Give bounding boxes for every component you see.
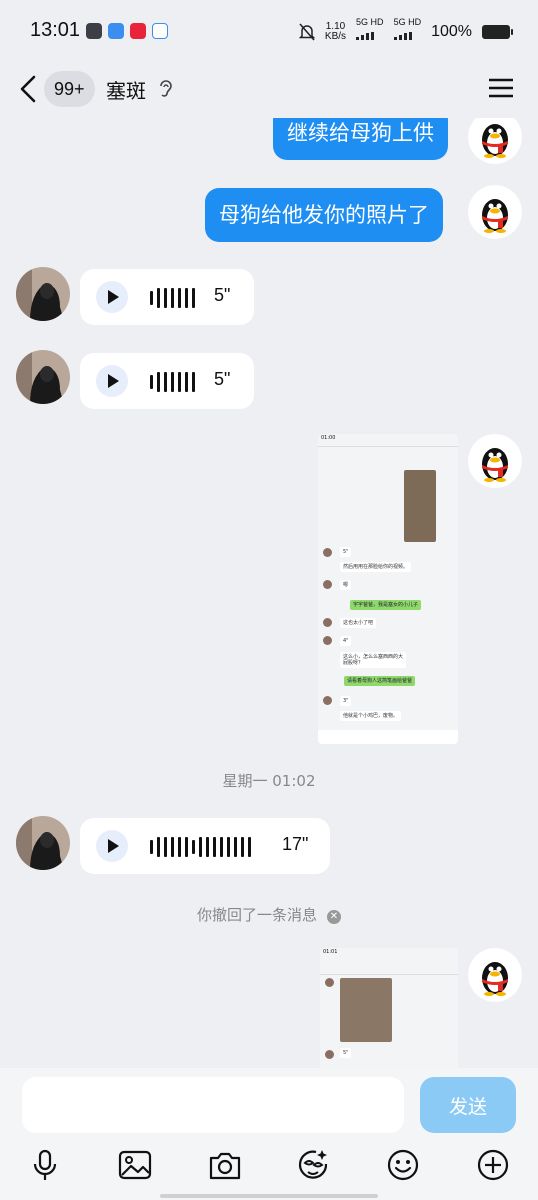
my-avatar[interactable]: [468, 118, 522, 164]
mini-message: 嗯: [340, 580, 352, 590]
chat-title: 塞斑: [106, 79, 146, 103]
cloud-app-icon: [152, 23, 168, 39]
chat-header: 99+ 塞斑: [0, 62, 538, 118]
status-bar: 13:01 1.10 KB/s 5G HD 5G HD 100%: [0, 0, 538, 62]
mini-avatar: [325, 978, 334, 987]
mini-photo: [340, 978, 392, 1042]
mini-status-time: 01:00: [321, 435, 336, 441]
play-icon[interactable]: [96, 365, 128, 397]
screenshot-image-message[interactable]: 01:00 5" 然后用用在那脸给你的视频。 嗯 宇宇爸爸，我是塞女的小儿子 这…: [318, 434, 458, 744]
hooded-figure-avatar-icon: [16, 816, 70, 870]
mini-message: 他就是个小鸡巴，废物。: [340, 711, 402, 721]
mini-message: 宇宇爸爸，我是塞女的小儿子: [350, 600, 422, 610]
microphone-icon[interactable]: [28, 1148, 62, 1182]
red-app-icon: [130, 23, 146, 39]
battery-percent: 100%: [431, 22, 472, 40]
mini-photo: [404, 470, 436, 542]
status-time: 13:01: [30, 19, 81, 41]
signal-icon: [356, 32, 375, 40]
message-input[interactable]: [22, 1077, 404, 1133]
menu-icon[interactable]: [488, 77, 514, 99]
mini-message: 5": [340, 547, 352, 557]
mini-message: 5": [340, 1048, 352, 1058]
battery-icon: [482, 24, 513, 39]
send-button[interactable]: 发送: [420, 1077, 516, 1133]
mini-status-time: 01:01: [323, 949, 338, 955]
recall-notice: 你撤回了一条消息 ✕: [0, 904, 538, 925]
mute-bell-icon: [298, 22, 315, 41]
mini-message: 3": [340, 696, 352, 706]
mini-message: 4": [340, 636, 352, 646]
voice-message[interactable]: 17": [80, 818, 330, 874]
close-icon[interactable]: ✕: [327, 910, 341, 924]
mini-avatar: [323, 580, 332, 589]
camera-icon[interactable]: [208, 1148, 242, 1182]
screenshot-image-message[interactable]: 01:01 5": [320, 948, 458, 1068]
shield-app-icon: [86, 23, 102, 39]
mini-message: 请看着母狗人这简笔画给爸爸: [344, 676, 416, 686]
back-arrow-icon[interactable]: [18, 74, 40, 104]
sent-message-bubble[interactable]: 母狗给他发你的照片了: [205, 188, 443, 242]
mini-avatar: [323, 548, 332, 557]
waveform-icon: [150, 287, 195, 309]
mini-header-divider: [320, 974, 458, 975]
penguin-avatar-icon: [468, 185, 522, 239]
recall-notice-text: 你撤回了一条消息: [196, 906, 317, 924]
hooded-figure-avatar-icon: [16, 350, 70, 404]
image-icon[interactable]: [118, 1148, 152, 1182]
voice-duration: 5": [214, 369, 231, 389]
home-indicator[interactable]: [160, 1194, 378, 1198]
contact-avatar[interactable]: [16, 267, 70, 321]
mini-avatar: [323, 696, 332, 705]
mini-input-bar: [318, 730, 458, 744]
message-timestamp: 星期一 01:02: [222, 772, 316, 790]
magic-face-icon[interactable]: [296, 1148, 330, 1182]
plus-icon[interactable]: [476, 1148, 510, 1182]
voice-duration: 5": [214, 285, 231, 305]
ear-icon: [160, 80, 172, 97]
mini-avatar: [323, 636, 332, 645]
waveform-icon: [150, 836, 251, 858]
mini-message: 这么小，怎么么塞西西的大屁股呀？: [340, 652, 406, 668]
translate-app-icon: [108, 23, 124, 39]
voice-duration: 17": [282, 834, 309, 854]
voice-message[interactable]: 5": [80, 269, 254, 325]
sim1-signal: 5G HD: [356, 18, 384, 45]
play-icon[interactable]: [96, 830, 128, 862]
chat-message-list[interactable]: 继续给母狗上供 母狗给他发你的照片了 5" 5" 01:00 5" 然后用用在那…: [0, 118, 538, 1068]
sim2-signal: 5G HD: [393, 18, 421, 45]
input-area: 发送: [0, 1068, 538, 1200]
my-avatar[interactable]: [468, 185, 522, 239]
contact-avatar[interactable]: [16, 816, 70, 870]
voice-message[interactable]: 5": [80, 353, 254, 409]
mini-message: 这也太小了吧: [340, 618, 377, 628]
mini-avatar: [325, 1050, 334, 1059]
sent-message-bubble[interactable]: 继续给母狗上供: [273, 118, 448, 160]
penguin-avatar-icon: [468, 118, 522, 164]
emoji-icon[interactable]: [386, 1148, 420, 1182]
penguin-avatar-icon: [468, 434, 522, 488]
unread-count-badge[interactable]: 99+: [44, 71, 95, 107]
network-speed: 1.10 KB/s: [324, 20, 347, 42]
signal-icon: [393, 32, 412, 40]
waveform-icon: [150, 371, 195, 393]
mini-avatar: [323, 618, 332, 627]
hooded-figure-avatar-icon: [16, 267, 70, 321]
my-avatar[interactable]: [468, 434, 522, 488]
status-indicators: 1.10 KB/s 5G HD 5G HD 100%: [298, 18, 513, 45]
mini-message: 然后用用在那脸给你的视频。: [340, 562, 412, 572]
my-avatar[interactable]: [468, 948, 522, 1002]
penguin-avatar-icon: [468, 948, 522, 1002]
contact-avatar[interactable]: [16, 350, 70, 404]
play-icon[interactable]: [96, 281, 128, 313]
mini-header-divider: [318, 446, 458, 447]
status-app-icons: [86, 23, 168, 39]
